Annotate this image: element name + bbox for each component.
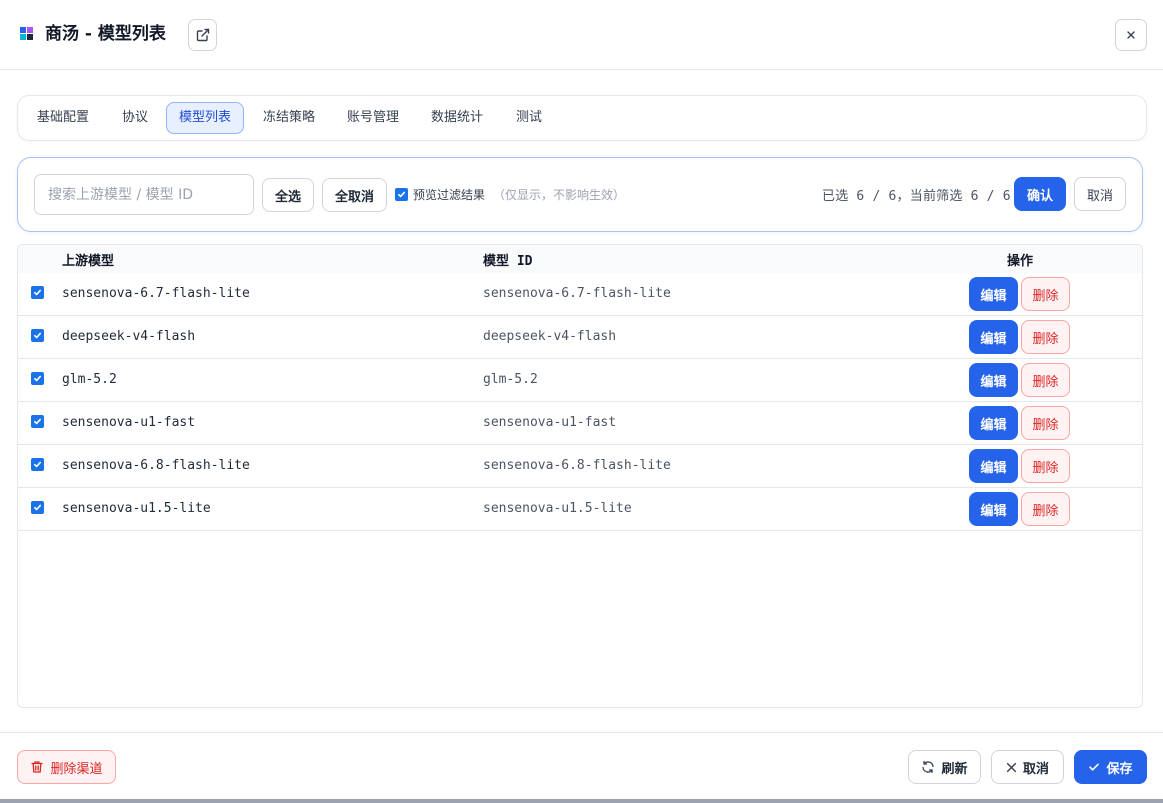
table-row: sensenova-6.8-flash-lite sensenova-6.8-fl… xyxy=(18,445,1142,488)
delete-button[interactable]: 删除 xyxy=(1021,406,1070,440)
upstream-model-cell: sensenova-u1-fast xyxy=(62,415,196,430)
check-icon xyxy=(1089,763,1100,771)
upstream-model-cell: deepseek-v4-flash xyxy=(62,329,196,344)
close-dialog-button[interactable] xyxy=(1115,19,1147,51)
save-button[interactable]: 保存 xyxy=(1074,750,1147,784)
edit-button[interactable]: 编辑 xyxy=(969,492,1018,526)
model-id-cell: sensenova-u1.5-lite xyxy=(483,501,632,516)
dialog-header: 商汤 - 模型列表 xyxy=(0,0,1163,70)
edit-button[interactable]: 编辑 xyxy=(969,320,1018,354)
external-link-icon xyxy=(196,28,209,42)
model-table: 上游模型 模型 ID 操作 sensenova-6.7-flash-lite se… xyxy=(17,244,1143,708)
upstream-model-cell: sensenova-6.7-flash-lite xyxy=(62,286,250,301)
deselect-all-button[interactable]: 全取消 xyxy=(322,178,387,212)
tab-protocol[interactable]: 协议 xyxy=(110,102,160,134)
edit-button[interactable]: 编辑 xyxy=(969,449,1018,483)
open-external-button[interactable] xyxy=(188,19,217,51)
close-icon xyxy=(1127,31,1135,39)
delete-button[interactable]: 删除 xyxy=(1021,492,1070,526)
row-checkbox[interactable] xyxy=(31,458,44,471)
checkmark-icon xyxy=(33,418,42,425)
footer-cancel-button[interactable]: 取消 xyxy=(991,750,1064,784)
table-row: deepseek-v4-flash deepseek-v4-flash 编辑 删除 xyxy=(18,316,1142,359)
tab-bar: 基础配置 协议 模型列表 冻结策略 账号管理 数据统计 测试 xyxy=(17,95,1147,141)
select-all-button[interactable]: 全选 xyxy=(262,178,314,212)
checkmark-icon xyxy=(33,375,42,382)
confirm-button[interactable]: 确认 xyxy=(1014,177,1066,211)
table-row: sensenova-6.7-flash-lite sensenova-6.7-fl… xyxy=(18,273,1142,316)
refresh-label: 刷新 xyxy=(941,761,968,777)
upstream-model-cell: sensenova-6.8-flash-lite xyxy=(62,458,250,473)
edit-button[interactable]: 编辑 xyxy=(969,406,1018,440)
selection-count: 已选 6 / 6，当前筛选 6 / 6 xyxy=(822,189,1011,204)
checkmark-icon xyxy=(33,289,42,296)
search-input[interactable] xyxy=(34,174,254,215)
model-id-cell: glm-5.2 xyxy=(483,372,538,387)
checkmark-icon xyxy=(33,332,42,339)
model-id-cell: deepseek-v4-flash xyxy=(483,329,617,344)
filter-cancel-button[interactable]: 取消 xyxy=(1074,177,1126,211)
refresh-icon xyxy=(922,760,935,774)
column-header-model-id: 模型 ID xyxy=(483,254,533,269)
window-bottom-edge xyxy=(0,799,1163,803)
delete-button[interactable]: 删除 xyxy=(1021,449,1070,483)
preview-filter-label[interactable]: 预览过滤结果 xyxy=(413,186,485,203)
row-checkbox[interactable] xyxy=(31,415,44,428)
checkmark-icon xyxy=(33,504,42,511)
tab-basic-config[interactable]: 基础配置 xyxy=(26,102,100,134)
column-header-upstream: 上游模型 xyxy=(62,254,115,269)
tab-account-management[interactable]: 账号管理 xyxy=(336,102,410,134)
model-id-cell: sensenova-u1-fast xyxy=(483,415,617,430)
table-row: sensenova-u1-fast sensenova-u1-fast 编辑 删除 xyxy=(18,402,1142,445)
tab-test[interactable]: 测试 xyxy=(504,102,554,134)
trash-icon xyxy=(31,761,44,773)
row-checkbox[interactable] xyxy=(31,286,44,299)
checkmark-icon xyxy=(397,191,406,198)
preview-filter-hint: （仅显示，不影响生效） xyxy=(493,188,626,202)
upstream-model-cell: sensenova-u1.5-lite xyxy=(62,501,211,516)
edit-button[interactable]: 编辑 xyxy=(969,363,1018,397)
table-header: 上游模型 模型 ID 操作 xyxy=(18,245,1142,273)
dialog-footer: 删除渠道 刷新 取消 保存 xyxy=(0,732,1163,803)
preview-filter-checkbox[interactable] xyxy=(395,188,408,201)
tab-data-statistics[interactable]: 数据统计 xyxy=(420,102,494,134)
sensetime-logo-icon xyxy=(20,27,34,41)
filter-panel: 全选 全取消 预览过滤结果 （仅显示，不影响生效） 已选 6 / 6，当前筛选 … xyxy=(17,157,1143,232)
save-label: 保存 xyxy=(1106,761,1133,777)
checkmark-icon xyxy=(33,461,42,468)
dialog-title: 商汤 - 模型列表 xyxy=(45,24,166,44)
table-row: glm-5.2 glm-5.2 编辑 删除 xyxy=(18,359,1142,402)
delete-channel-button[interactable]: 删除渠道 xyxy=(17,750,116,784)
model-id-cell: sensenova-6.7-flash-lite xyxy=(483,286,671,301)
table-row: sensenova-u1.5-lite sensenova-u1.5-lite 编辑… xyxy=(18,488,1142,531)
delete-button[interactable]: 删除 xyxy=(1021,277,1070,311)
upstream-model-cell: glm-5.2 xyxy=(62,372,117,387)
tab-freeze-policy[interactable]: 冻结策略 xyxy=(252,102,326,134)
row-checkbox[interactable] xyxy=(31,501,44,514)
row-checkbox[interactable] xyxy=(31,329,44,342)
preview-filter-option: 预览过滤结果 （仅显示，不影响生效） xyxy=(395,186,625,203)
edit-button[interactable]: 编辑 xyxy=(969,277,1018,311)
delete-button[interactable]: 删除 xyxy=(1021,320,1070,354)
refresh-button[interactable]: 刷新 xyxy=(908,750,981,784)
delete-channel-label: 删除渠道 xyxy=(50,761,103,777)
delete-button[interactable]: 删除 xyxy=(1021,363,1070,397)
close-icon xyxy=(1006,762,1017,772)
model-id-cell: sensenova-6.8-flash-lite xyxy=(483,458,671,473)
column-header-actions: 操作 xyxy=(1007,254,1034,269)
row-checkbox[interactable] xyxy=(31,372,44,385)
footer-cancel-label: 取消 xyxy=(1022,761,1049,777)
tab-model-list[interactable]: 模型列表 xyxy=(166,102,244,134)
